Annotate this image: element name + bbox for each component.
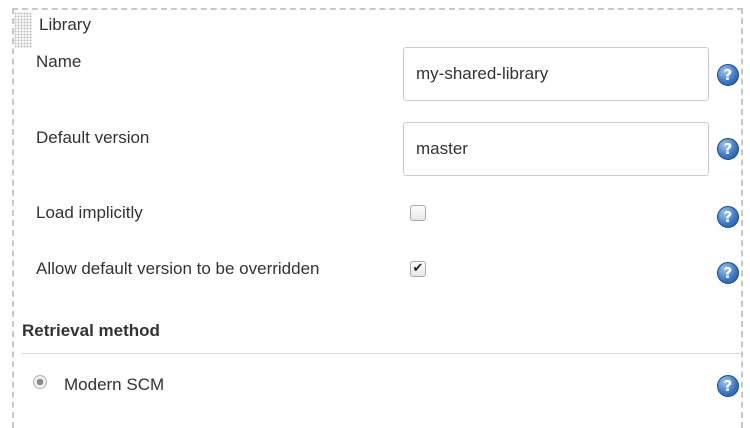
- name-input[interactable]: [403, 47, 709, 101]
- modern-scm-label: Modern SCM: [64, 375, 165, 394]
- load-implicitly-checkbox[interactable]: [410, 205, 426, 221]
- load-implicitly-label: Load implicitly: [36, 203, 143, 222]
- modern-scm-radio[interactable]: [33, 375, 47, 389]
- retrieval-divider: [22, 353, 740, 354]
- modern-scm-help-icon[interactable]: ?: [717, 375, 739, 397]
- library-section-title: Library: [39, 15, 91, 34]
- drag-grip-icon[interactable]: [14, 12, 32, 48]
- name-help-icon[interactable]: ?: [717, 64, 739, 86]
- allow-override-help-icon[interactable]: ?: [717, 262, 739, 284]
- load-implicitly-help-icon[interactable]: ?: [717, 206, 739, 228]
- default-version-help-icon[interactable]: ?: [717, 138, 739, 160]
- check-icon: ✔: [412, 261, 424, 276]
- name-label: Name: [36, 52, 82, 71]
- default-version-label: Default version: [36, 128, 150, 147]
- retrieval-method-title: Retrieval method: [22, 321, 160, 340]
- default-version-input[interactable]: [403, 122, 709, 176]
- allow-override-checkbox[interactable]: ✔: [410, 261, 426, 277]
- allow-override-label: Allow default version to be overridden: [36, 259, 320, 278]
